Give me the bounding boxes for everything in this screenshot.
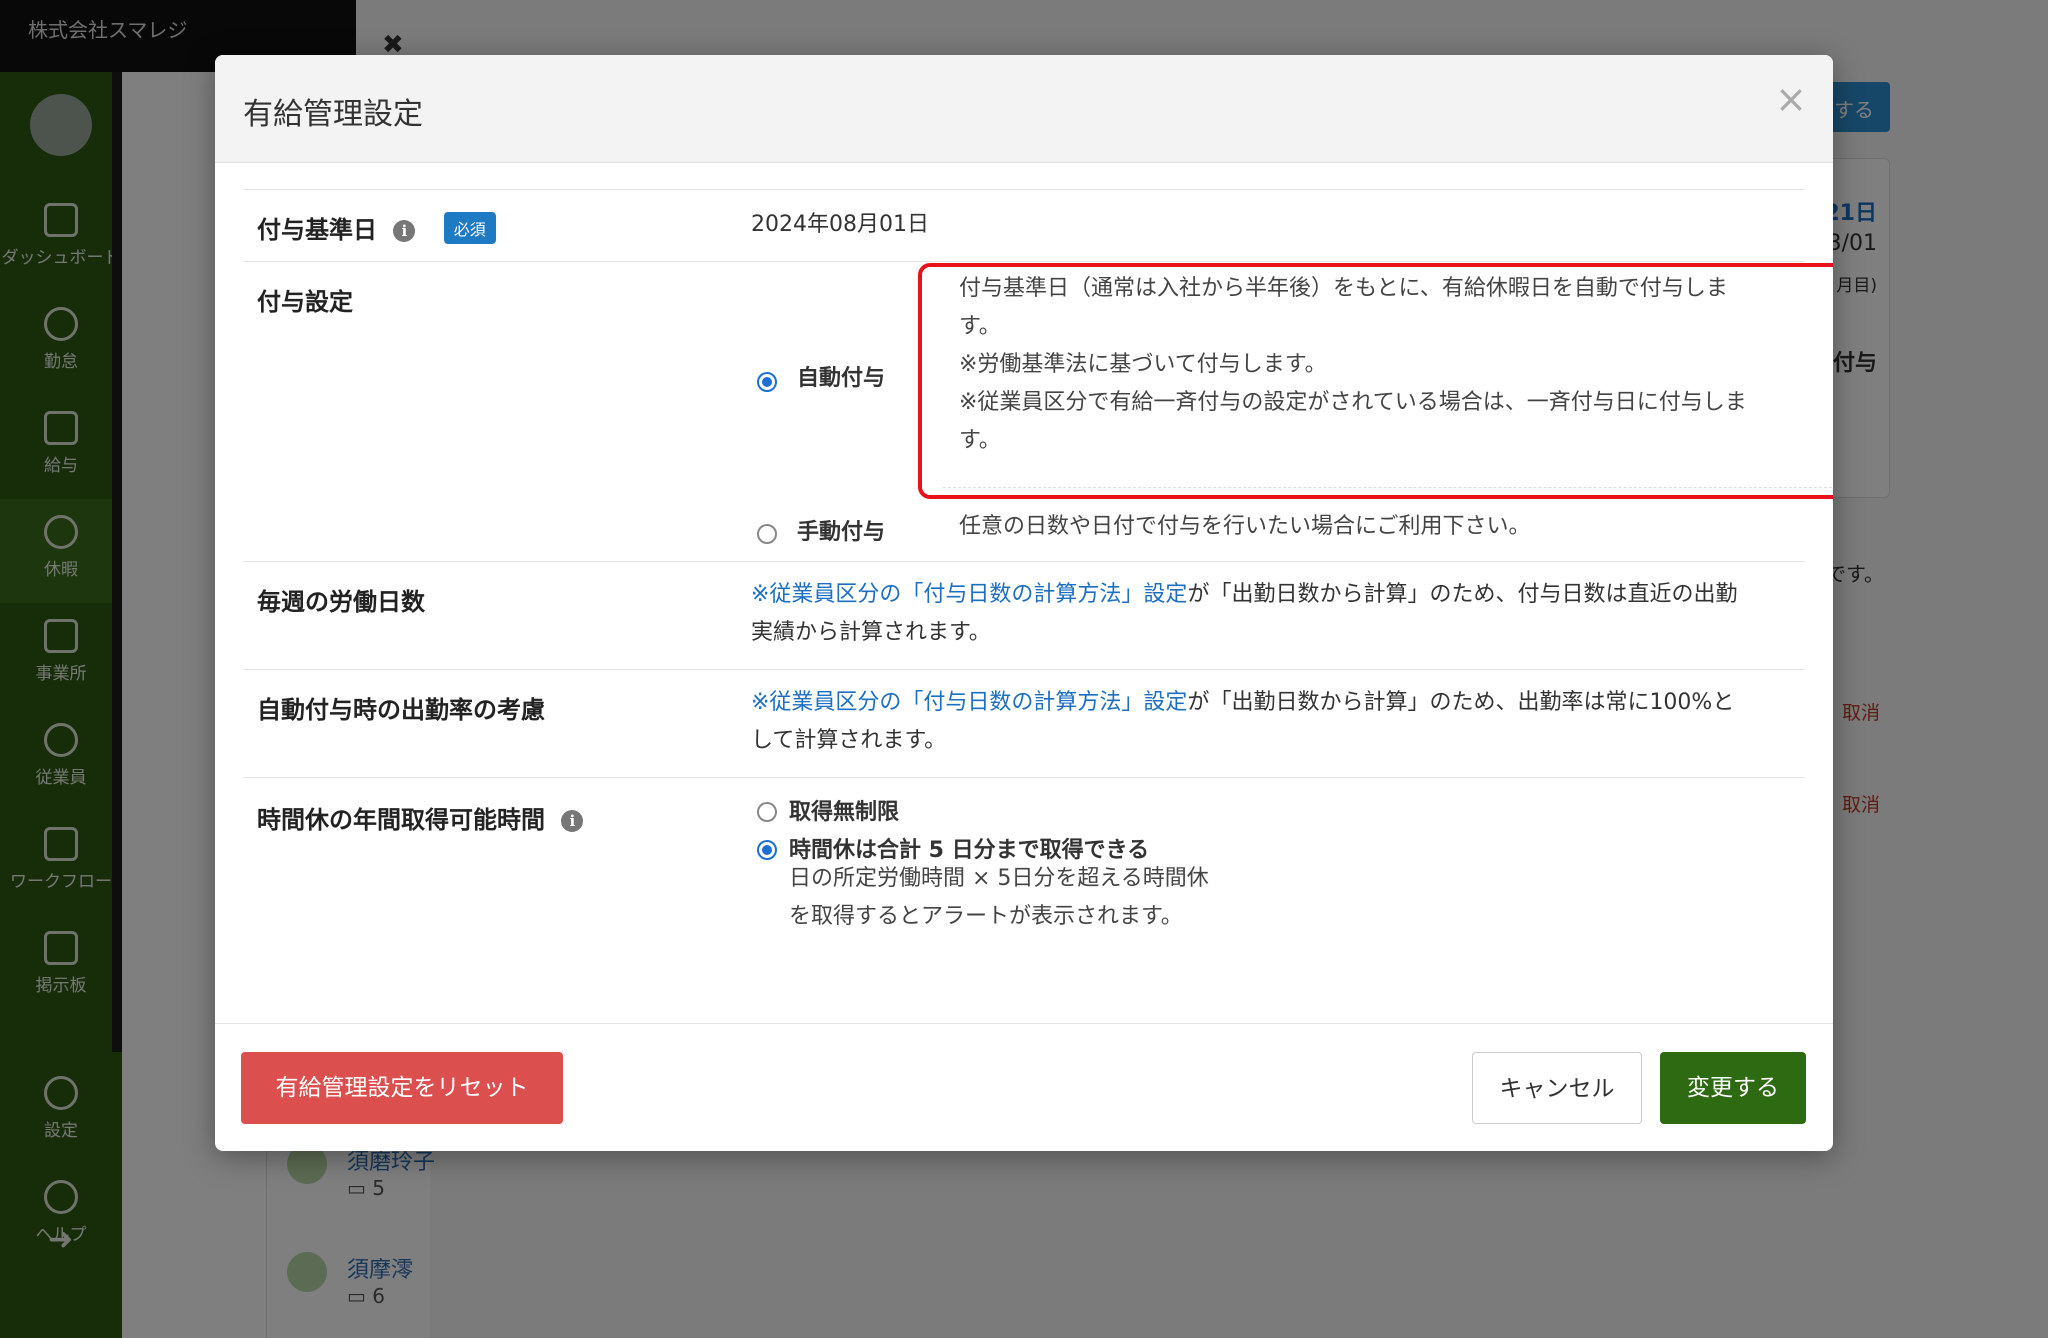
- grant-calc-setting-link[interactable]: ※従業員区分の「付与日数の計算方法」設定: [751, 690, 1187, 715]
- modal-header: 有給管理設定 ×: [215, 55, 1833, 163]
- required-badge: 必須: [443, 212, 496, 244]
- hourly-leave-row: 時間休の年間取得可能時間 i 取得無制限 時間休は合計 5 日分まで取得できる …: [243, 777, 1805, 997]
- info-icon[interactable]: i: [561, 810, 584, 832]
- auto-grant-label[interactable]: 自動付与: [797, 360, 885, 392]
- info-icon[interactable]: i: [393, 220, 416, 242]
- manual-grant-description: 任意の日数や日付で付与を行いたい場合にご利用下さい。: [959, 514, 1531, 539]
- attendance-rate-label: 自動付与時の出勤率の考慮: [257, 696, 545, 724]
- grant-date-row: 付与基準日 i 必須 2024年08月01日: [243, 189, 1805, 261]
- auto-grant-radio[interactable]: [757, 372, 777, 392]
- weekly-days-label: 毎週の労働日数: [257, 588, 425, 616]
- modal-title: 有給管理設定: [243, 97, 423, 132]
- grant-setting-label: 付与設定: [257, 288, 353, 316]
- option-separator: [943, 487, 1833, 488]
- close-icon[interactable]: ×: [1775, 77, 1807, 121]
- paid-leave-settings-modal: 有給管理設定 × 付与基準日 i 必須 2024年08月01日 付与設定 自動付…: [215, 55, 1833, 1151]
- grant-date-label: 付与基準日: [257, 216, 377, 244]
- weekly-days-row: 毎週の労働日数 ※従業員区分の「付与日数の計算方法」設定が「出勤日数から計算」の…: [243, 561, 1805, 669]
- reset-settings-button[interactable]: 有給管理設定をリセット: [241, 1052, 563, 1124]
- hourly-unlimited-label[interactable]: 取得無制限: [789, 794, 899, 826]
- cancel-button[interactable]: キャンセル: [1472, 1052, 1642, 1124]
- modal-footer: 有給管理設定をリセット キャンセル 変更する: [215, 1023, 1833, 1151]
- hourly-limited-note: 日の所定労働時間 × 5日分を超える時間休 を取得するとアラートが表示されます。: [789, 866, 1209, 929]
- submit-button[interactable]: 変更する: [1660, 1052, 1806, 1124]
- hourly-limited-radio[interactable]: [757, 840, 777, 860]
- attendance-rate-row: 自動付与時の出勤率の考慮 ※従業員区分の「付与日数の計算方法」設定が「出勤日数か…: [243, 669, 1805, 777]
- auto-grant-description: 付与基準日（通常は入社から半年後）をもとに、有給休暇日を自動で付与しま す。 ※…: [959, 276, 1747, 453]
- attendance-rate-value: ※従業員区分の「付与日数の計算方法」設定が「出勤日数から計算」のため、出勤率は常…: [751, 690, 1735, 753]
- grant-date-value: 2024年08月01日: [751, 212, 929, 237]
- manual-grant-label[interactable]: 手動付与: [797, 514, 885, 546]
- grant-calc-setting-link[interactable]: ※従業員区分の「付与日数の計算方法」設定: [751, 582, 1187, 607]
- hourly-leave-label: 時間休の年間取得可能時間: [257, 806, 545, 834]
- manual-grant-radio[interactable]: [757, 524, 777, 544]
- hourly-unlimited-radio[interactable]: [757, 802, 777, 822]
- weekly-days-value: ※従業員区分の「付与日数の計算方法」設定が「出勤日数から計算」のため、付与日数は…: [751, 582, 1738, 645]
- grant-setting-row: 付与設定 自動付与 付与基準日（通常は入社から半年後）をもとに、有給休暇日を自動…: [243, 261, 1805, 561]
